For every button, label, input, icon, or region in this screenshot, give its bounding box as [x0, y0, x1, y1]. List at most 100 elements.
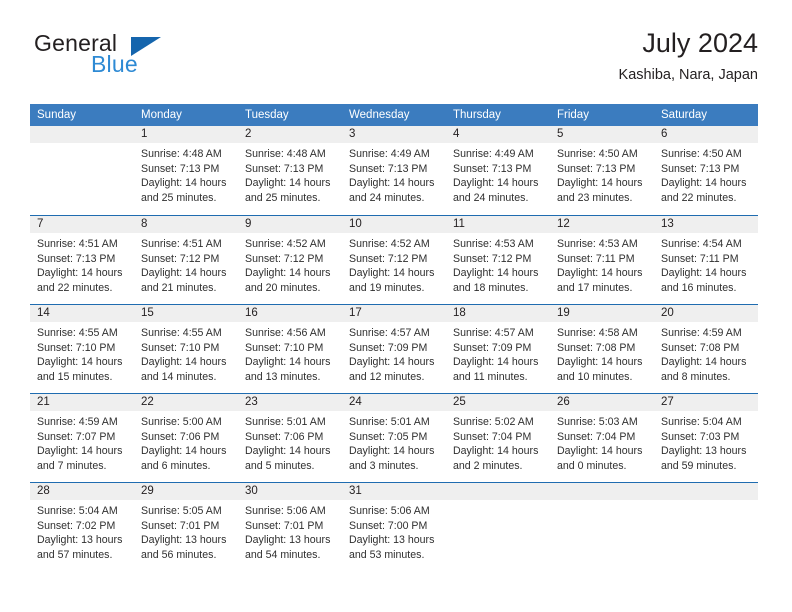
- day-cell[interactable]: 20 Sunrise: 4:59 AM Sunset: 7:08 PM Dayl…: [654, 305, 758, 393]
- daylight-text-line1: Daylight: 13 hours: [141, 534, 227, 547]
- sunset-text: Sunset: 7:10 PM: [37, 341, 116, 354]
- day-number: 2: [238, 126, 342, 143]
- day-details: Sunrise: 4:51 AM Sunset: 7:13 PM Dayligh…: [30, 233, 134, 295]
- day-cell[interactable]: 29 Sunrise: 5:05 AM Sunset: 7:01 PM Dayl…: [134, 483, 238, 571]
- day-cell[interactable]: 2 Sunrise: 4:48 AM Sunset: 7:13 PM Dayli…: [238, 126, 342, 215]
- sunrise-text: Sunrise: 4:57 AM: [349, 327, 430, 339]
- week-row: 1 Sunrise: 4:48 AM Sunset: 7:13 PM Dayli…: [30, 126, 758, 215]
- day-cell[interactable]: 28 Sunrise: 5:04 AM Sunset: 7:02 PM Dayl…: [30, 483, 134, 571]
- daylight-text-line2: and 8 minutes.: [661, 370, 731, 383]
- sunset-text: Sunset: 7:12 PM: [245, 252, 324, 265]
- day-cell[interactable]: 10 Sunrise: 4:52 AM Sunset: 7:12 PM Dayl…: [342, 216, 446, 304]
- daylight-text-line2: and 0 minutes.: [557, 459, 627, 472]
- day-number: 16: [238, 305, 342, 322]
- day-number: 29: [134, 483, 238, 500]
- sunset-text: Sunset: 7:11 PM: [661, 252, 739, 265]
- daylight-text-line2: and 19 minutes.: [349, 281, 425, 294]
- sunrise-text: Sunrise: 4:56 AM: [245, 327, 326, 339]
- day-cell[interactable]: 24 Sunrise: 5:01 AM Sunset: 7:05 PM Dayl…: [342, 394, 446, 482]
- day-details: Sunrise: 4:48 AM Sunset: 7:13 PM Dayligh…: [134, 143, 238, 205]
- sunrise-text: Sunrise: 4:53 AM: [453, 238, 534, 250]
- daylight-text-line2: and 25 minutes.: [245, 191, 321, 204]
- day-cell[interactable]: 9 Sunrise: 4:52 AM Sunset: 7:12 PM Dayli…: [238, 216, 342, 304]
- day-details: Sunrise: 4:51 AM Sunset: 7:12 PM Dayligh…: [134, 233, 238, 295]
- day-cell[interactable]: 26 Sunrise: 5:03 AM Sunset: 7:04 PM Dayl…: [550, 394, 654, 482]
- day-cell[interactable]: 6 Sunrise: 4:50 AM Sunset: 7:13 PM Dayli…: [654, 126, 758, 215]
- sunrise-text: Sunrise: 4:50 AM: [661, 148, 742, 160]
- daylight-text-line1: Daylight: 14 hours: [37, 356, 123, 369]
- day-cell[interactable]: 18 Sunrise: 4:57 AM Sunset: 7:09 PM Dayl…: [446, 305, 550, 393]
- general-blue-logo[interactable]: General Blue: [34, 30, 244, 86]
- daylight-text-line1: Daylight: 13 hours: [245, 534, 331, 547]
- day-cell[interactable]: 19 Sunrise: 4:58 AM Sunset: 7:08 PM Dayl…: [550, 305, 654, 393]
- day-number: 9: [238, 216, 342, 233]
- sunrise-text: Sunrise: 4:55 AM: [141, 327, 222, 339]
- daylight-text-line2: and 18 minutes.: [453, 281, 529, 294]
- day-number: 22: [134, 394, 238, 411]
- daylight-text-line2: and 25 minutes.: [141, 191, 217, 204]
- day-details: Sunrise: 5:05 AM Sunset: 7:01 PM Dayligh…: [134, 500, 238, 562]
- week-row: 21 Sunrise: 4:59 AM Sunset: 7:07 PM Dayl…: [30, 393, 758, 482]
- daylight-text-line2: and 2 minutes.: [453, 459, 523, 472]
- day-cell[interactable]: 17 Sunrise: 4:57 AM Sunset: 7:09 PM Dayl…: [342, 305, 446, 393]
- sunrise-text: Sunrise: 4:48 AM: [245, 148, 326, 160]
- day-number: 11: [446, 216, 550, 233]
- day-cell[interactable]: 16 Sunrise: 4:56 AM Sunset: 7:10 PM Dayl…: [238, 305, 342, 393]
- day-number: 13: [654, 216, 758, 233]
- daylight-text-line1: Daylight: 14 hours: [141, 445, 227, 458]
- sunset-text: Sunset: 7:06 PM: [245, 430, 324, 443]
- day-number: 19: [550, 305, 654, 322]
- daylight-text-line2: and 3 minutes.: [349, 459, 419, 472]
- weekday-header-friday: Friday: [557, 109, 589, 121]
- sunset-text: Sunset: 7:11 PM: [557, 252, 635, 265]
- day-cell[interactable]: 31 Sunrise: 5:06 AM Sunset: 7:00 PM Dayl…: [342, 483, 446, 571]
- daylight-text-line2: and 10 minutes.: [557, 370, 633, 383]
- day-cell[interactable]: 21 Sunrise: 4:59 AM Sunset: 7:07 PM Dayl…: [30, 394, 134, 482]
- daylight-text-line1: Daylight: 14 hours: [245, 356, 331, 369]
- daylight-text-line2: and 13 minutes.: [245, 370, 321, 383]
- sunset-text: Sunset: 7:13 PM: [661, 162, 740, 175]
- day-cell[interactable]: 25 Sunrise: 5:02 AM Sunset: 7:04 PM Dayl…: [446, 394, 550, 482]
- day-cell[interactable]: 1 Sunrise: 4:48 AM Sunset: 7:13 PM Dayli…: [134, 126, 238, 215]
- day-cell[interactable]: 3 Sunrise: 4:49 AM Sunset: 7:13 PM Dayli…: [342, 126, 446, 215]
- day-cell[interactable]: 27 Sunrise: 5:04 AM Sunset: 7:03 PM Dayl…: [654, 394, 758, 482]
- sunrise-text: Sunrise: 4:51 AM: [37, 238, 118, 250]
- daylight-text-line2: and 54 minutes.: [245, 548, 321, 561]
- daylight-text-line2: and 22 minutes.: [661, 191, 737, 204]
- day-number: 31: [342, 483, 446, 500]
- calendar-grid: Sunday Monday Tuesday Wednesday Thursday…: [30, 104, 758, 571]
- day-cell[interactable]: 15 Sunrise: 4:55 AM Sunset: 7:10 PM Dayl…: [134, 305, 238, 393]
- daylight-text-line2: and 7 minutes.: [37, 459, 107, 472]
- day-cell[interactable]: 4 Sunrise: 4:49 AM Sunset: 7:13 PM Dayli…: [446, 126, 550, 215]
- day-details: Sunrise: 4:54 AM Sunset: 7:11 PM Dayligh…: [654, 233, 758, 295]
- sunset-text: Sunset: 7:09 PM: [349, 341, 428, 354]
- day-details: Sunrise: 4:52 AM Sunset: 7:12 PM Dayligh…: [342, 233, 446, 295]
- daylight-text-line1: Daylight: 14 hours: [37, 267, 123, 280]
- daylight-text-line1: Daylight: 13 hours: [661, 445, 747, 458]
- day-cell[interactable]: 12 Sunrise: 4:53 AM Sunset: 7:11 PM Dayl…: [550, 216, 654, 304]
- weekday-header-thursday: Thursday: [453, 109, 501, 121]
- day-cell[interactable]: 11 Sunrise: 4:53 AM Sunset: 7:12 PM Dayl…: [446, 216, 550, 304]
- sunset-text: Sunset: 7:09 PM: [453, 341, 532, 354]
- weekday-header-sunday: Sunday: [37, 109, 77, 121]
- sunrise-text: Sunrise: 5:01 AM: [245, 416, 326, 428]
- sunset-text: Sunset: 7:13 PM: [349, 162, 428, 175]
- sunset-text: Sunset: 7:13 PM: [37, 252, 116, 265]
- day-details: Sunrise: 4:49 AM Sunset: 7:13 PM Dayligh…: [446, 143, 550, 205]
- day-cell[interactable]: 13 Sunrise: 4:54 AM Sunset: 7:11 PM Dayl…: [654, 216, 758, 304]
- sunset-text: Sunset: 7:12 PM: [453, 252, 532, 265]
- daylight-text-line2: and 24 minutes.: [453, 191, 529, 204]
- sunrise-text: Sunrise: 4:48 AM: [141, 148, 222, 160]
- daylight-text-line2: and 56 minutes.: [141, 548, 217, 561]
- day-cell[interactable]: 22 Sunrise: 5:00 AM Sunset: 7:06 PM Dayl…: [134, 394, 238, 482]
- day-cell[interactable]: 14 Sunrise: 4:55 AM Sunset: 7:10 PM Dayl…: [30, 305, 134, 393]
- day-details: Sunrise: 5:04 AM Sunset: 7:02 PM Dayligh…: [30, 500, 134, 562]
- day-cell[interactable]: 7 Sunrise: 4:51 AM Sunset: 7:13 PM Dayli…: [30, 216, 134, 304]
- day-cell[interactable]: 8 Sunrise: 4:51 AM Sunset: 7:12 PM Dayli…: [134, 216, 238, 304]
- daylight-text-line1: Daylight: 14 hours: [349, 177, 435, 190]
- day-cell[interactable]: 30 Sunrise: 5:06 AM Sunset: 7:01 PM Dayl…: [238, 483, 342, 571]
- day-number: 26: [550, 394, 654, 411]
- day-cell[interactable]: 23 Sunrise: 5:01 AM Sunset: 7:06 PM Dayl…: [238, 394, 342, 482]
- day-number: 17: [342, 305, 446, 322]
- day-cell[interactable]: 5 Sunrise: 4:50 AM Sunset: 7:13 PM Dayli…: [550, 126, 654, 215]
